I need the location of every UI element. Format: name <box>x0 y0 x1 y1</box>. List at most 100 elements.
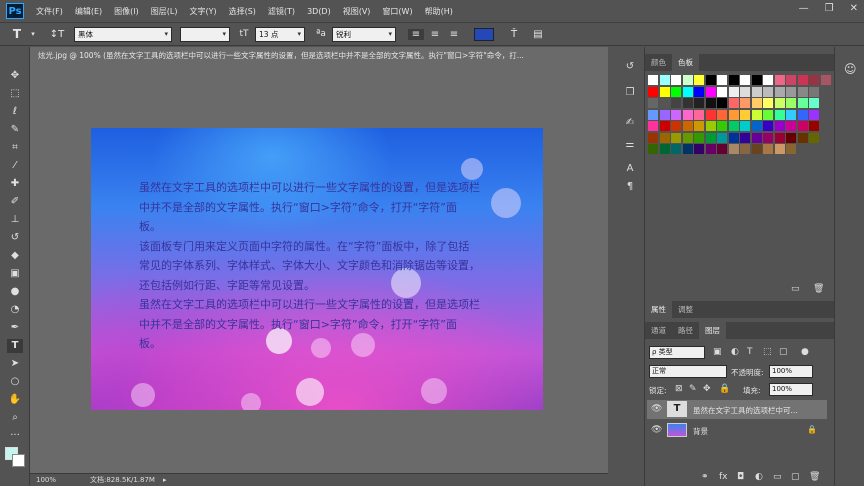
lock-pixels-icon[interactable]: ✎ <box>689 384 697 394</box>
menu-select[interactable]: 选择(S) <box>229 6 256 17</box>
menu-window[interactable]: 窗口(W) <box>382 6 412 17</box>
hand-tool-icon[interactable]: ✋ <box>7 393 23 407</box>
warp-text-icon[interactable]: Ť <box>506 29 522 40</box>
menu-type[interactable]: 文字(Y) <box>189 6 216 17</box>
color-swatch[interactable] <box>797 109 808 120</box>
color-swatch[interactable] <box>763 144 773 154</box>
color-swatch[interactable] <box>751 109 762 120</box>
color-swatch[interactable] <box>694 98 704 108</box>
color-swatch[interactable] <box>740 98 750 108</box>
color-swatch[interactable] <box>717 144 727 154</box>
color-swatch[interactable] <box>648 121 658 131</box>
stamp-tool-icon[interactable]: ⊥ <box>7 213 23 227</box>
smart-filter-icon[interactable]: ▢ <box>779 347 788 357</box>
character-panel-icon[interactable]: ▤ <box>530 29 546 40</box>
color-swatch[interactable] <box>728 109 739 120</box>
color-swatch[interactable] <box>694 109 704 120</box>
color-swatch[interactable] <box>786 86 796 97</box>
pen-tool-icon[interactable]: ✒ <box>7 321 23 335</box>
color-swatch[interactable] <box>809 121 819 131</box>
font-style-select[interactable]: ▾ <box>180 26 230 42</box>
link-layers-icon[interactable]: ⚭ <box>701 472 709 482</box>
adjust-panel-icon[interactable]: ⚌ <box>622 139 638 153</box>
color-swatch[interactable] <box>809 109 819 120</box>
color-swatch[interactable] <box>648 144 658 154</box>
new-group-icon[interactable]: ▭ <box>791 284 800 294</box>
color-swatch[interactable] <box>763 75 773 85</box>
color-swatch[interactable] <box>774 109 785 120</box>
color-swatch[interactable] <box>648 132 658 143</box>
color-swatch[interactable] <box>797 132 808 143</box>
eye-icon[interactable]: 👁 <box>651 404 662 414</box>
color-swatch[interactable] <box>705 132 716 143</box>
tab-swatches[interactable]: 色板 <box>672 54 699 71</box>
trash-icon[interactable]: 🗑 <box>809 472 820 482</box>
eyedropper-tool-icon[interactable]: ⁄ <box>7 159 23 173</box>
canvas-area[interactable]: 虽然在文字工具的选项栏中可以进行一些文字属性的设置，但是选项栏 中并不是全部的文… <box>30 65 608 473</box>
color-swatch[interactable] <box>682 98 693 108</box>
layer-row-text[interactable]: 👁 T 虽然在文字工具的选项栏中可... <box>647 400 827 419</box>
color-swatch[interactable] <box>740 75 750 85</box>
color-swatch[interactable] <box>717 121 727 131</box>
color-swatch[interactable] <box>705 86 716 97</box>
color-swatch[interactable] <box>774 144 785 154</box>
color-swatch[interactable] <box>659 121 670 131</box>
new-group-icon[interactable]: ▭ <box>773 472 782 482</box>
chevron-down-icon[interactable]: ▾ <box>28 30 38 38</box>
color-swatch[interactable] <box>682 144 693 154</box>
color-swatch[interactable] <box>648 86 658 97</box>
zoom-tool-icon[interactable]: ⌕ <box>7 411 23 425</box>
history-brush-icon[interactable]: ↺ <box>7 231 23 245</box>
lasso-tool-icon[interactable]: ℓ <box>7 105 23 119</box>
tab-channels[interactable]: 通道 <box>645 322 672 339</box>
color-swatch[interactable] <box>774 75 785 85</box>
color-swatch[interactable] <box>740 121 750 131</box>
color-swatch[interactable] <box>717 109 727 120</box>
color-swatch[interactable] <box>717 98 727 108</box>
color-swatch[interactable] <box>728 98 739 108</box>
layer-filter-select[interactable]: ρ 类型 <box>649 346 705 359</box>
dodge-tool-icon[interactable]: ◔ <box>7 303 23 317</box>
color-swatch[interactable] <box>682 109 693 120</box>
cc-libraries-icon[interactable]: ☺ <box>844 62 857 76</box>
color-swatch[interactable] <box>648 109 658 120</box>
type-tool-icon[interactable]: T <box>7 339 23 353</box>
align-center-icon[interactable]: ≡ <box>427 29 443 40</box>
menu-image[interactable]: 图像(I) <box>114 6 139 17</box>
opacity-input[interactable]: 100% <box>769 365 813 378</box>
character-panel-icon[interactable]: A <box>622 163 638 177</box>
color-swatch[interactable] <box>786 132 796 143</box>
color-swatch[interactable] <box>797 121 808 131</box>
color-swatch[interactable] <box>751 132 762 143</box>
color-swatch[interactable] <box>786 75 796 85</box>
path-select-tool-icon[interactable]: ➤ <box>7 357 23 371</box>
crop-tool-icon[interactable]: ⌗ <box>7 141 23 155</box>
gradient-tool-icon[interactable]: ▣ <box>7 267 23 281</box>
color-swatch[interactable] <box>659 86 670 97</box>
color-swatch[interactable] <box>797 98 808 108</box>
color-swatch[interactable] <box>740 132 750 143</box>
type-tool-preset-icon[interactable]: T <box>6 27 28 41</box>
color-swatch[interactable] <box>705 109 716 120</box>
color-swatch[interactable] <box>728 144 739 154</box>
chevron-right-icon[interactable]: ▸ <box>163 476 167 484</box>
more-tools-icon[interactable]: ··· <box>7 429 23 443</box>
color-swatch[interactable] <box>659 109 670 120</box>
color-swatch[interactable] <box>763 109 773 120</box>
color-swatch[interactable] <box>682 75 693 85</box>
close-button[interactable]: ✕ <box>850 3 858 14</box>
document-text-layer[interactable]: 虽然在文字工具的选项栏中可以进行一些文字属性的设置，但是选项栏 中并不是全部的文… <box>139 178 499 354</box>
eye-icon[interactable]: 👁 <box>651 425 662 435</box>
color-swatch[interactable] <box>671 86 681 97</box>
color-swatch[interactable] <box>763 121 773 131</box>
color-swatch[interactable] <box>694 144 704 154</box>
new-layer-icon[interactable]: ▢ <box>791 472 800 482</box>
color-swatch[interactable] <box>809 86 819 97</box>
tab-adjustments[interactable]: 调整 <box>672 301 699 318</box>
color-swatch[interactable] <box>763 98 773 108</box>
color-swatch[interactable] <box>797 86 808 97</box>
color-swatch[interactable] <box>809 132 819 143</box>
history-panel-icon[interactable]: ↺ <box>622 61 638 75</box>
color-swatch[interactable] <box>774 121 785 131</box>
align-left-icon[interactable]: ≡ <box>408 28 424 40</box>
